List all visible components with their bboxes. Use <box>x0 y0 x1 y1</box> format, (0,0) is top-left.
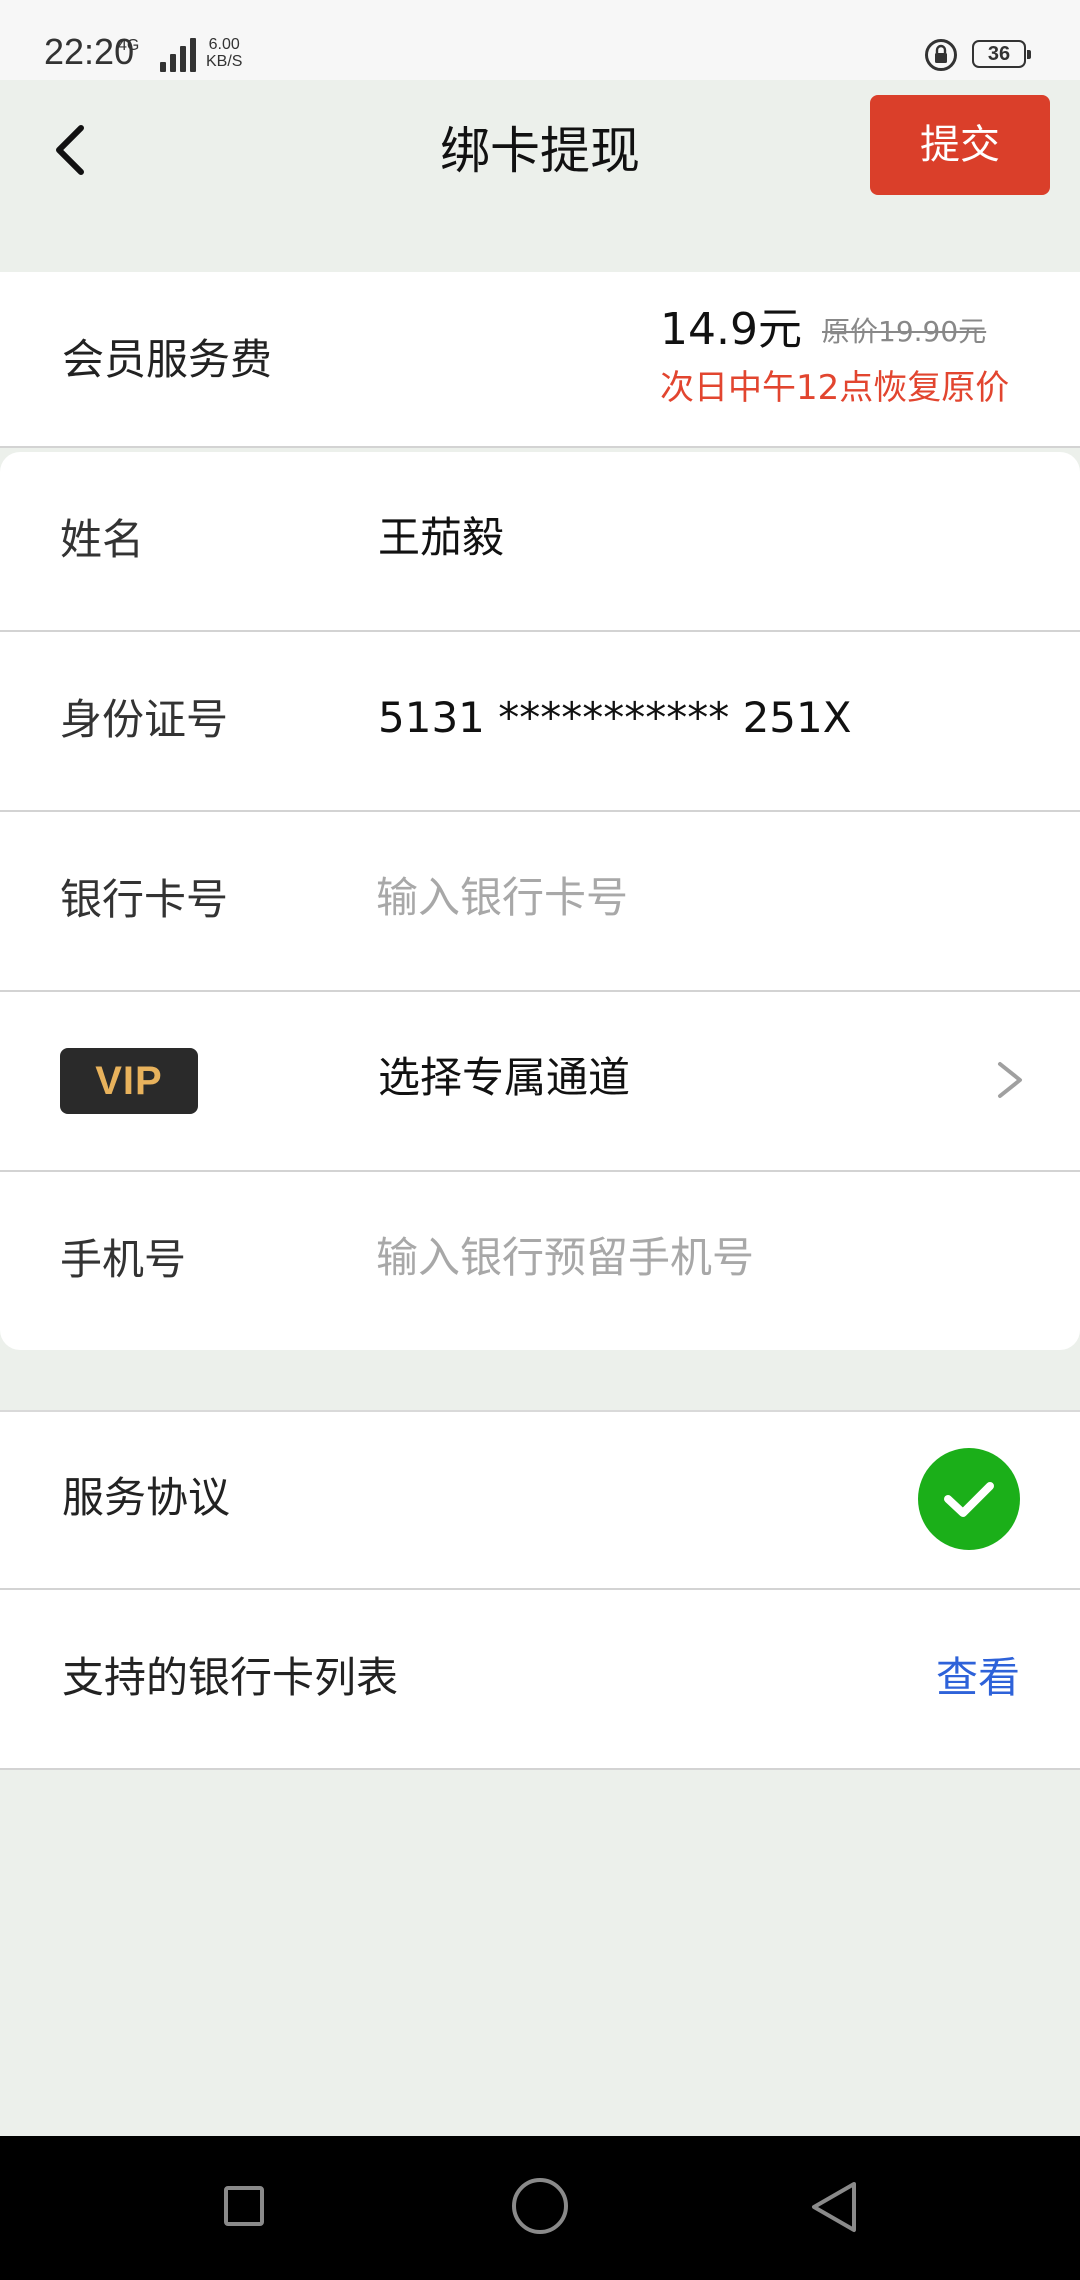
bank-card-row: 银行卡号 <box>0 812 1080 992</box>
name-value: 王茄毅 <box>378 513 505 562</box>
id-number-row: 身份证号 5131 *********** 251X <box>0 632 1080 812</box>
agreement-label[interactable]: 服务协议 <box>62 1468 230 1528</box>
home-icon[interactable] <box>512 2178 568 2234</box>
network-speed: 6.00 KB/S <box>206 36 242 70</box>
signal-icon <box>160 38 200 72</box>
recent-apps-icon[interactable] <box>224 2186 264 2226</box>
agreement-row: 服务协议 <box>0 1412 1080 1590</box>
system-nav-bar <box>0 2136 1080 2280</box>
agreement-checkbox[interactable] <box>918 1448 1020 1550</box>
network-speed-value: 6.00 <box>208 36 240 53</box>
name-label: 姓名 <box>60 515 145 564</box>
submit-button[interactable]: 提交 <box>870 95 1050 195</box>
view-bank-list-link[interactable]: 查看 <box>936 1648 1020 1708</box>
fee-price: 14.9元 <box>660 304 802 355</box>
phone-row: 手机号 <box>0 1172 1080 1350</box>
channel-select-row[interactable]: VIP 选择专属通道 <box>0 992 1080 1172</box>
bank-card-label: 银行卡号 <box>60 875 229 924</box>
channel-select-label: 选择专属通道 <box>378 1053 631 1102</box>
fee-section: 会员服务费 14.9元 原价19.90元 次日中午12点恢复原价 <box>0 272 1080 448</box>
agreement-section: 服务协议 支持的银行卡列表 查看 <box>0 1410 1080 1770</box>
back-triangle-icon[interactable] <box>808 2180 860 2234</box>
id-number-value: 5131 *********** 251X <box>378 693 852 742</box>
fee-original-price: 原价19.90元 <box>822 315 987 348</box>
lock-rotation-icon <box>925 39 957 71</box>
fee-notice: 次日中午12点恢复原价 <box>660 368 1010 408</box>
phone-label: 手机号 <box>60 1235 187 1284</box>
phone-input[interactable] <box>376 1222 1016 1292</box>
name-row: 姓名 王茄毅 <box>0 452 1080 632</box>
battery-icon: 36 <box>972 40 1031 68</box>
check-icon <box>944 1482 994 1517</box>
vip-badge: VIP <box>60 1048 198 1114</box>
bank-list-label: 支持的银行卡列表 <box>62 1653 399 1702</box>
form-card: 姓名 王茄毅 身份证号 5131 *********** 251X 银行卡号 V… <box>0 452 1080 1350</box>
network-speed-unit: KB/S <box>206 53 243 70</box>
bank-list-row: 支持的银行卡列表 查看 <box>0 1592 1080 1770</box>
id-number-label: 身份证号 <box>60 695 229 744</box>
status-bar: 22:20 4G 6.00 KB/S 36 <box>0 0 1080 80</box>
header: 绑卡提现 提交 <box>0 80 1080 270</box>
chevron-right-icon <box>998 1062 1022 1098</box>
network-type: 4G <box>118 37 140 54</box>
fee-label: 会员服务费 <box>62 335 273 384</box>
bank-card-input[interactable] <box>376 862 1016 932</box>
